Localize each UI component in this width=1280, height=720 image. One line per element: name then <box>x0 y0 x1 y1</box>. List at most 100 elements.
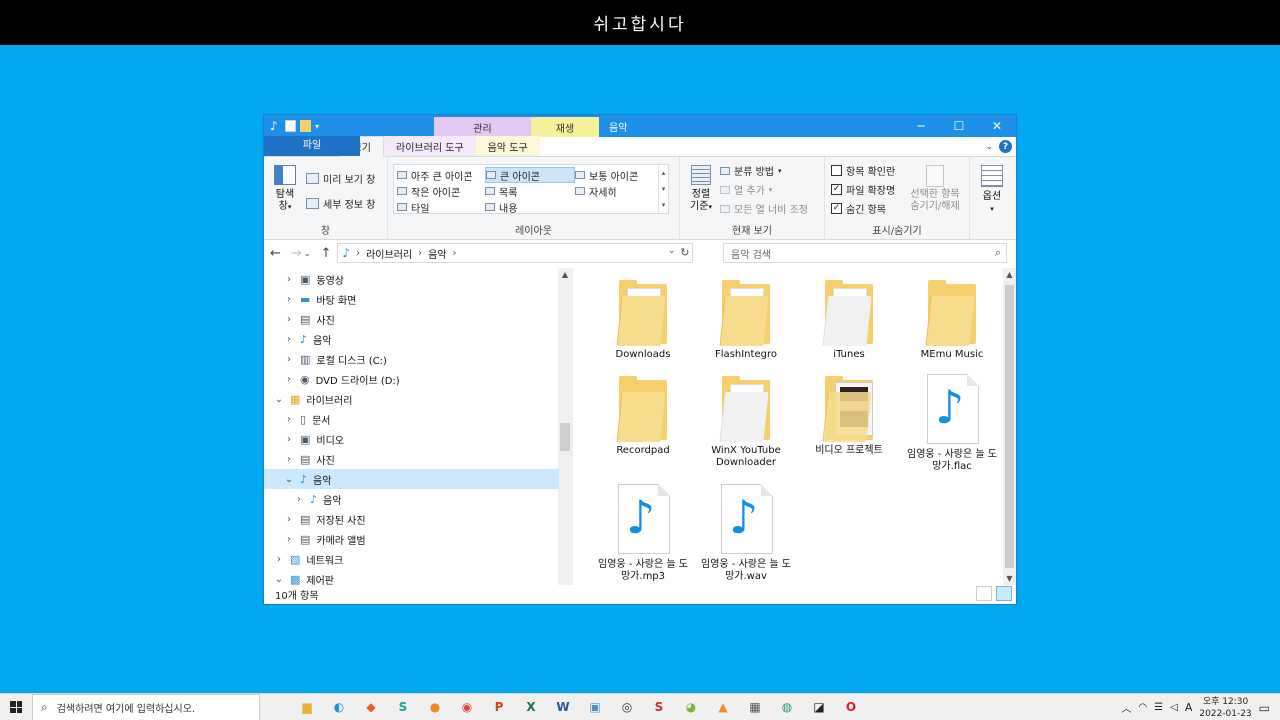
fit-columns-button[interactable]: 모든 열 너비 조정 <box>720 201 808 216</box>
app-android-icon[interactable]: ◕ <box>680 696 702 718</box>
up-button[interactable]: ↑ <box>321 246 332 261</box>
folder-item[interactable]: Recordpad <box>595 374 691 457</box>
hide-selected-button[interactable]: 선택한 항목 숨기기/해제 <box>905 165 965 213</box>
folder-item[interactable]: 비디오 프로젝트 <box>801 374 897 457</box>
nav-tree-item[interactable]: › ▥ 로컬 디스크 (C:) <box>264 349 559 369</box>
refresh-icon[interactable]: ↻ <box>680 246 689 259</box>
volume-icon[interactable]: ◁ <box>1170 702 1178 713</box>
file-list-scrollbar[interactable]: ▲ ▼ <box>1003 268 1016 585</box>
chevron-right-icon[interactable]: › <box>294 494 304 505</box>
nav-tree-item[interactable]: › ▣ 비디오 <box>264 429 559 449</box>
chevron-down-icon[interactable]: ⌄ <box>284 474 294 485</box>
file-explorer-icon[interactable]: ▆ <box>296 696 318 718</box>
opera-icon[interactable]: O <box>840 696 862 718</box>
input-method-indicator[interactable]: A <box>1185 701 1193 714</box>
details-pane-button[interactable]: 세부 정보 창 <box>306 196 375 211</box>
nav-tree-item[interactable]: › ▣ 동영상 <box>264 269 559 289</box>
network-status-icon[interactable]: ◠ <box>1138 702 1147 713</box>
file-extensions-checkbox[interactable]: ✓ <box>831 184 842 195</box>
app-teal-icon[interactable]: S <box>392 696 414 718</box>
layout-large-icons[interactable]: 큰 아이콘 <box>485 167 575 183</box>
firefox-icon[interactable]: ● <box>424 696 446 718</box>
music-file-item[interactable]: ♪ 임영웅 - 사랑은 늘 도망가.mp3 <box>595 484 691 583</box>
nav-tree-item[interactable]: › ▤ 저장된 사진 <box>264 509 559 529</box>
large-icons-view-button[interactable] <box>996 586 1012 601</box>
group-by-button[interactable]: 분류 방법 ▾ <box>720 163 782 178</box>
layout-tiles[interactable]: 타일 <box>397 199 485 215</box>
scroll-down-icon[interactable]: ▼ <box>1003 574 1016 583</box>
layout-details[interactable]: 자세히 <box>575 183 663 199</box>
music-file-item[interactable]: ♪ 임영웅 - 사랑은 늘 도망가.wav <box>698 484 794 583</box>
chevron-right-icon[interactable]: › <box>284 514 294 525</box>
chrome-icon[interactable]: ◉ <box>456 696 478 718</box>
chevron-right-icon[interactable]: › <box>284 294 294 305</box>
tab-library-tools[interactable]: 라이브러리 도구 <box>384 136 476 156</box>
help-icon[interactable]: ? <box>999 140 1012 153</box>
app-se-icon[interactable]: S <box>648 696 670 718</box>
folder-item[interactable]: iTunes <box>801 278 897 361</box>
app-circle-icon[interactable]: ◎ <box>616 696 638 718</box>
nav-tree-item[interactable]: › ▤ 사진 <box>264 309 559 329</box>
nav-tree-item[interactable]: › ▤ 사진 <box>264 449 559 469</box>
add-columns-button[interactable]: 열 추가 ▾ <box>720 182 772 197</box>
chevron-right-icon[interactable]: › <box>284 334 294 345</box>
tab-file[interactable]: 파일 <box>264 136 360 156</box>
nav-tree-item[interactable]: › ▤ 카메라 앨범 <box>264 529 559 549</box>
nav-pane-scrollbar[interactable]: ▲ <box>558 268 572 585</box>
search-input[interactable]: 음악 검색 ⌕ <box>723 243 1007 263</box>
layout-medium-icons[interactable]: 보통 아이콘 <box>575 167 663 183</box>
layout-small-icons[interactable]: 작은 아이콘 <box>397 183 485 199</box>
folder-item[interactable]: MEmu Music <box>904 278 1000 361</box>
minimize-button[interactable]: ─ <box>902 115 940 137</box>
nav-tree-item[interactable]: › ▯ 문서 <box>264 409 559 429</box>
app-sticky-icon[interactable]: ◪ <box>808 696 830 718</box>
layout-content[interactable]: 내용 <box>485 199 575 215</box>
nav-tree-item[interactable]: › ▬ 바탕 화면 <box>264 289 559 309</box>
chevron-right-icon[interactable]: › <box>284 454 294 465</box>
chevron-right-icon[interactable]: › <box>284 434 294 445</box>
chevron-right-icon[interactable]: › <box>274 554 284 565</box>
chevron-right-icon[interactable]: › <box>284 414 294 425</box>
chevron-right-icon[interactable]: › <box>284 354 294 365</box>
breadcrumb-library[interactable]: 라이브러리 <box>366 246 412 261</box>
show-hidden-icons-icon[interactable]: ︿ <box>1121 700 1131 715</box>
preview-pane-button[interactable]: 미리 보기 창 <box>306 171 375 186</box>
wifi-icon[interactable]: ☰ <box>1154 702 1163 713</box>
clock[interactable]: 오후 12:30 2022-01-23 <box>1199 696 1251 720</box>
chevron-right-icon[interactable]: › <box>284 274 294 285</box>
tab-music-tools[interactable]: 음악 도구 <box>475 136 540 156</box>
music-file-item[interactable]: ♪ 임영웅 - 사랑은 늘 도망가.flac <box>904 374 1000 473</box>
excel-icon[interactable]: X <box>520 696 542 718</box>
hidden-items-checkbox[interactable]: ✓ <box>831 203 842 214</box>
title-bar[interactable]: ♪ ▾ 관리 재생 음악 ─ ☐ ✕ <box>264 115 1016 137</box>
chevron-right-icon[interactable]: › <box>284 314 294 325</box>
new-folder-icon[interactable] <box>300 120 311 132</box>
close-button[interactable]: ✕ <box>978 115 1016 137</box>
chevron-right-icon[interactable]: › <box>284 374 294 385</box>
calculator-icon[interactable]: ▦ <box>744 696 766 718</box>
nav-tree-item[interactable]: › ◉ DVD 드라이브 (D:) <box>264 369 559 389</box>
layout-gallery-scroll[interactable]: ▴ ▾ ▾ <box>658 165 668 213</box>
scroll-up-icon[interactable]: ▲ <box>1003 270 1016 279</box>
recent-locations-icon[interactable]: ⌄ <box>304 249 311 258</box>
nav-tree-item[interactable]: ⌄ ▦ 라이브러리 <box>264 389 559 409</box>
properties-icon[interactable] <box>285 120 296 132</box>
address-dropdown-icon[interactable]: ⌄ <box>668 246 676 256</box>
back-button[interactable]: ← <box>270 246 281 261</box>
nav-tree-item[interactable]: › ▧ 네트워크 <box>264 549 559 569</box>
layout-extra-large-icons[interactable]: 아주 큰 아이콘 <box>397 167 485 183</box>
maximize-button[interactable]: ☐ <box>940 115 978 137</box>
brave-icon[interactable]: ◆ <box>360 696 382 718</box>
layout-list[interactable]: 목록 <box>485 183 575 199</box>
options-button[interactable]: 옵션 ▾ <box>978 165 1006 215</box>
start-button[interactable] <box>0 694 32 720</box>
file-extensions-option[interactable]: ✓ 파일 확장명 <box>831 182 895 197</box>
chevron-down-icon[interactable]: ⌄ <box>274 394 284 405</box>
folder-item[interactable]: WinX YouTube Downloader <box>698 374 794 469</box>
taskbar-search-input[interactable]: ⌕ 검색하려면 여기에 입력하십시오. <box>32 693 260 720</box>
qat-dropdown-icon[interactable]: ▾ <box>315 122 319 131</box>
edge-icon[interactable]: ◐ <box>328 696 350 718</box>
breadcrumb-music[interactable]: 음악 <box>428 246 446 261</box>
app-green-icon[interactable]: ◍ <box>776 696 798 718</box>
details-view-button[interactable] <box>976 586 992 601</box>
